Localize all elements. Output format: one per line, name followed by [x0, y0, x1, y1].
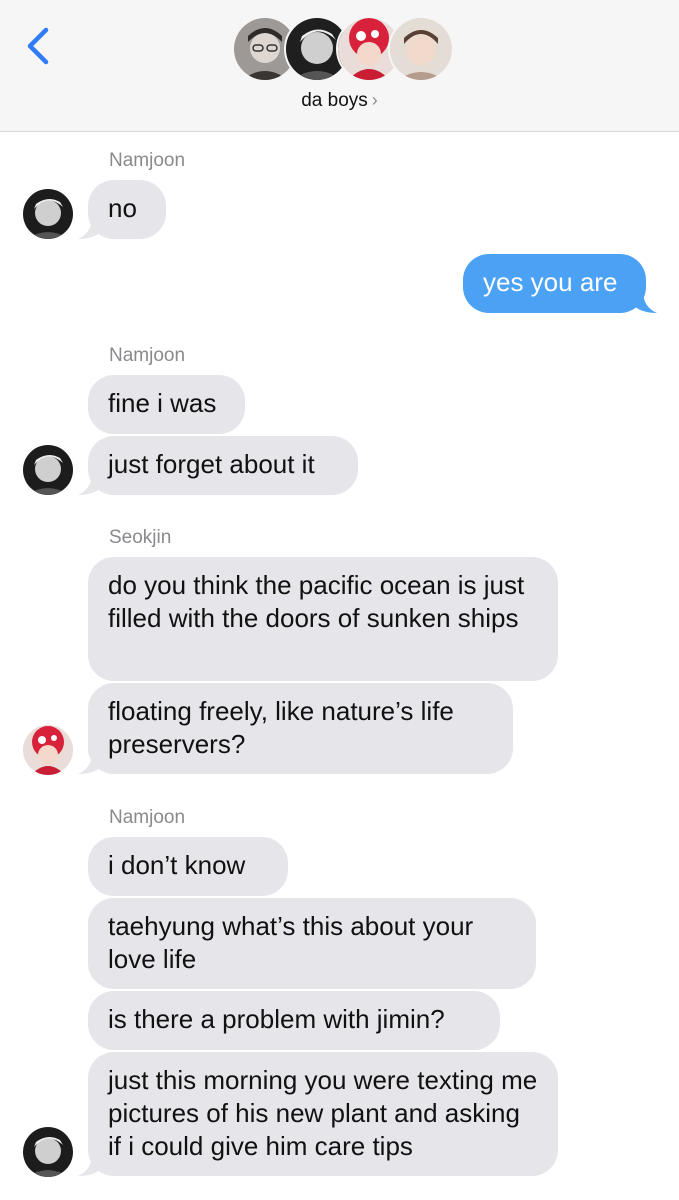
incoming-message[interactable]: do you think the pacific ocean is just f…: [88, 557, 558, 681]
bubble-tail: [78, 473, 102, 495]
sender-label: Namjoon: [109, 807, 186, 828]
sender-label: Namjoon: [109, 150, 186, 171]
incoming-message[interactable]: just this morning you were texting me pi…: [88, 1052, 558, 1176]
incoming-message[interactable]: just forget about it: [88, 436, 358, 495]
bubble-tail: [633, 291, 657, 313]
bubble-tail: [78, 752, 102, 774]
incoming-message[interactable]: i don’t know: [88, 837, 288, 896]
group-name-label: da boys: [301, 90, 368, 111]
avatar: [23, 725, 73, 775]
chevron-right-icon: ›: [371, 90, 378, 110]
conversation-header: da boys ›: [0, 0, 679, 132]
incoming-message[interactable]: taehyung what’s this about your love lif…: [88, 898, 536, 989]
sender-label: Namjoon: [109, 345, 186, 366]
avatar: [23, 445, 73, 495]
incoming-message[interactable]: is there a problem with jimin?: [88, 991, 500, 1050]
group-name-button[interactable]: da boys ›: [0, 90, 679, 112]
bubble-tail: [78, 1154, 102, 1176]
incoming-message[interactable]: fine i was: [88, 375, 245, 434]
incoming-message[interactable]: floating freely, like nature’s life pres…: [88, 683, 513, 774]
back-button[interactable]: [22, 26, 58, 66]
bubble-tail: [78, 217, 102, 239]
chevron-left-icon: [27, 27, 49, 65]
avatar: [388, 16, 454, 82]
avatar: [23, 1127, 73, 1177]
avatar: [23, 189, 73, 239]
outgoing-message[interactable]: yes you are: [463, 254, 646, 313]
sender-label: Seokjin: [109, 527, 172, 548]
group-avatars[interactable]: [232, 16, 454, 84]
